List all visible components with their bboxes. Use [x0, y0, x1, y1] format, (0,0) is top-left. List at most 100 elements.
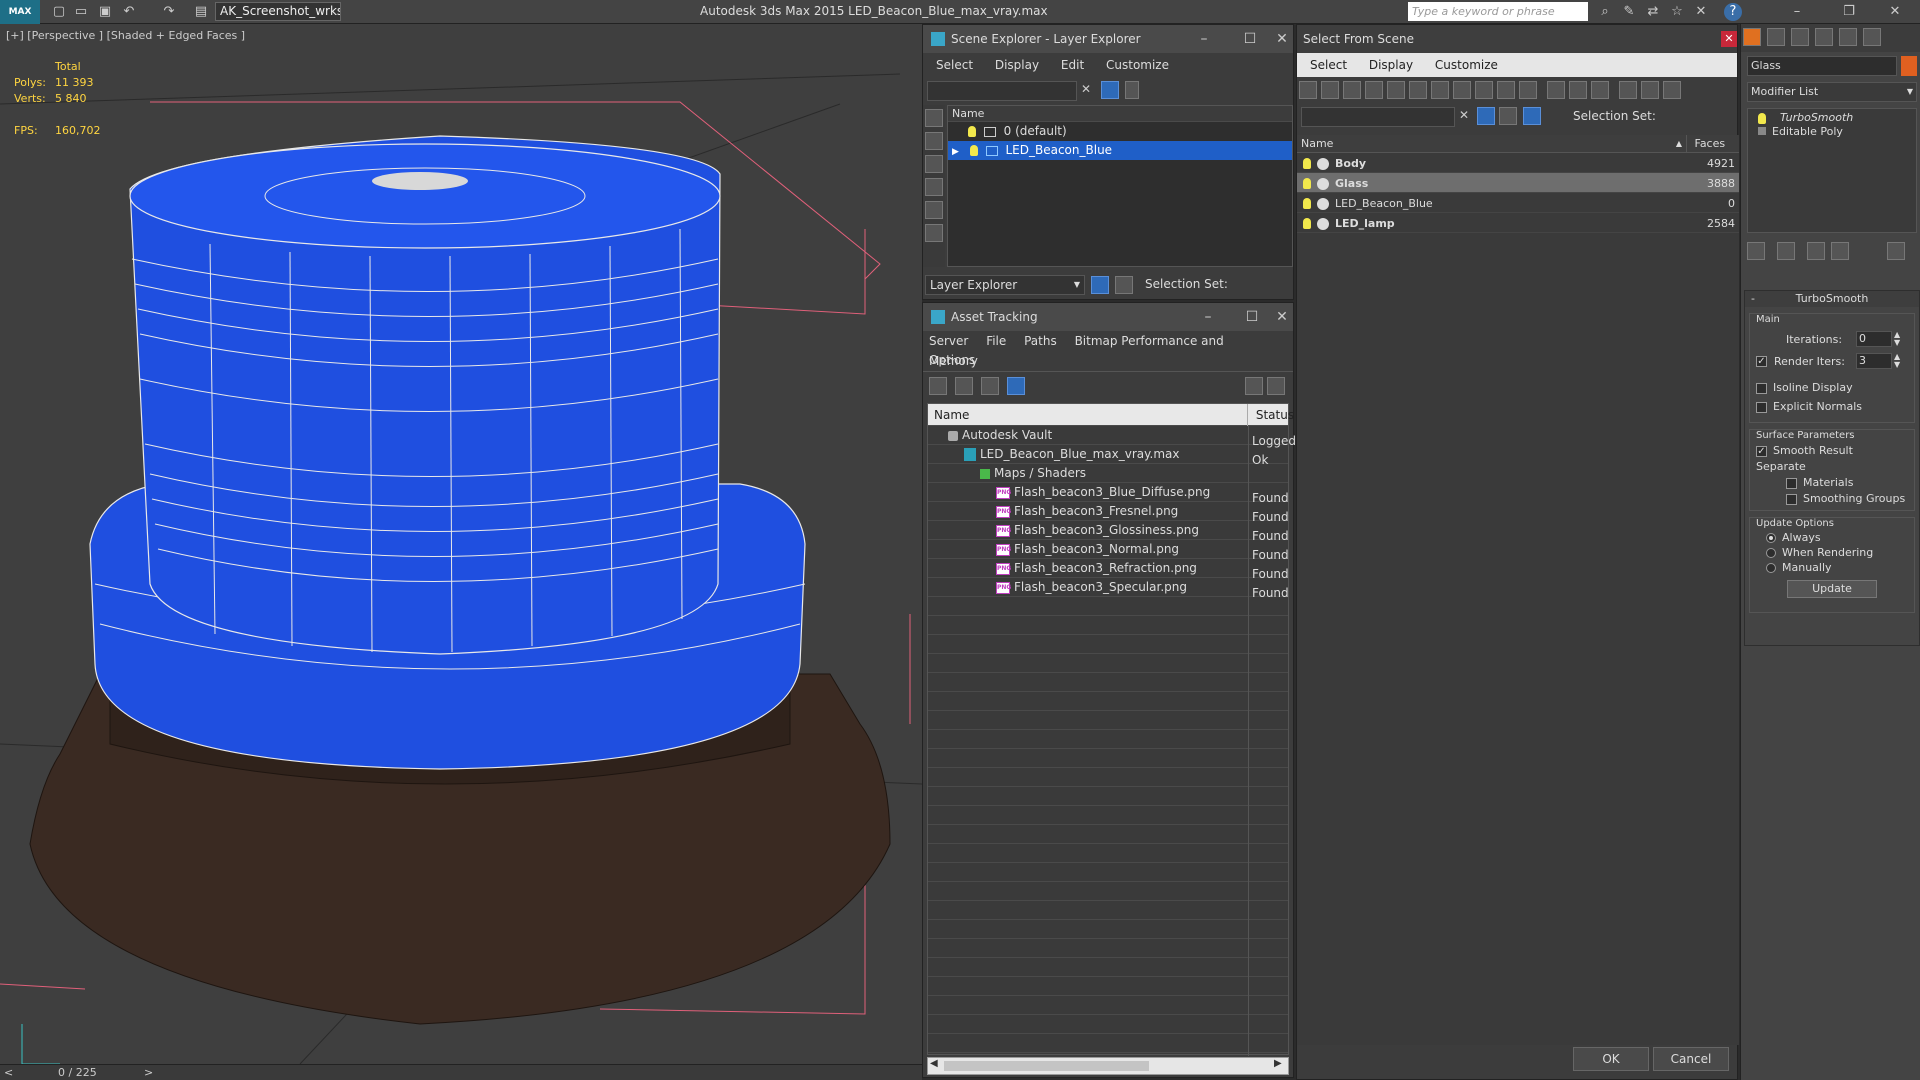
filter-icon[interactable] [1101, 81, 1119, 99]
column-name-header[interactable]: Name [928, 404, 1248, 426]
workspace-dropdown[interactable]: AK_Screenshot_wrksp [215, 2, 341, 21]
minimize-icon[interactable]: – [1185, 303, 1231, 331]
scroll-right-icon[interactable]: ▶ [1274, 1058, 1282, 1069]
close-x-icon[interactable]: ✕ [1692, 3, 1710, 21]
make-unique-icon[interactable] [1807, 242, 1825, 260]
menu-display[interactable]: Display [995, 58, 1039, 72]
object-color-swatch[interactable] [1901, 56, 1917, 76]
object-row[interactable]: Glass 3888 [1297, 173, 1739, 193]
motion-tab-icon[interactable] [1815, 28, 1833, 46]
asset-horizontal-scrollbar[interactable]: ◀ ▶ [927, 1057, 1289, 1075]
light-bulb-icon[interactable] [1303, 198, 1311, 209]
layer-row-led-beacon-blue[interactable]: ▶ LED_Beacon_Blue [948, 141, 1292, 160]
clear-filter-icon[interactable]: ✕ [1081, 82, 1091, 96]
asset-row[interactable]: PNG Flash_beacon3_Normal.png Found [928, 540, 1289, 562]
light-bulb-icon[interactable] [969, 145, 978, 156]
manually-row[interactable]: Manually [1756, 561, 1908, 574]
smoothing-groups-row[interactable]: Smoothing Groups [1756, 492, 1908, 505]
menu-paths[interactable]: Paths [1024, 334, 1057, 348]
layer-row-default[interactable]: 0 (default) [948, 122, 1292, 141]
scroll-thumb[interactable] [944, 1061, 1149, 1071]
tools-icon[interactable]: ✎ [1620, 3, 1638, 21]
pin-stack-icon[interactable] [1747, 242, 1765, 260]
when-rendering-radio[interactable] [1766, 548, 1776, 558]
close-icon[interactable]: ✕ [1886, 3, 1904, 21]
name-filter-input[interactable] [1301, 107, 1455, 127]
table-view-icon[interactable] [1007, 377, 1025, 395]
asset-row[interactable]: LED_Beacon_Blue_max_vray.max Ok [928, 445, 1288, 467]
sort-icon[interactable] [1641, 81, 1659, 99]
filter-xrefs-icon[interactable] [1453, 81, 1471, 99]
time-slider[interactable]: < 0 / 225 > [0, 1064, 922, 1080]
open-file-icon[interactable]: ▭ [72, 3, 90, 21]
filter-geometry-icon[interactable] [1299, 81, 1317, 99]
column-faces-header[interactable]: Faces [1691, 135, 1726, 153]
rollout-header[interactable]: - TurboSmooth [1745, 291, 1919, 307]
column-status-header[interactable]: Status [1252, 404, 1294, 426]
collapse-icon[interactable]: - [1751, 291, 1755, 307]
filter-bones-icon[interactable] [1475, 81, 1493, 99]
light-bulb-icon[interactable] [1303, 218, 1311, 229]
binoculars-icon[interactable]: ⌕ [1596, 3, 1614, 21]
utilities-tab-icon[interactable] [1863, 28, 1881, 46]
always-row[interactable]: Always [1756, 531, 1908, 544]
object-row[interactable]: LED_lamp 2584 [1297, 213, 1739, 233]
isoline-row[interactable]: Isoline Display [1756, 381, 1908, 394]
favorites-star-icon[interactable]: ☆ [1668, 3, 1686, 21]
refresh-icon[interactable] [929, 377, 947, 395]
columns-icon[interactable] [1663, 81, 1681, 99]
object-row[interactable]: LED_Beacon_Blue 0 [1297, 193, 1739, 213]
light-bulb-icon[interactable] [1303, 178, 1311, 189]
perspective-viewport[interactable]: [+] [Perspective ] [Shaded + Edged Faces… [0, 24, 922, 1064]
project-folder-icon[interactable]: ▤ [192, 3, 210, 21]
redo-icon[interactable]: ↷ [160, 3, 178, 21]
menu-file[interactable]: File [986, 334, 1006, 348]
scene-explorer-filter-input[interactable] [927, 81, 1077, 101]
asset-tracking-titlebar[interactable]: Asset Tracking – ☐ ✕ [923, 303, 1293, 331]
menu-display[interactable]: Display [1369, 58, 1413, 72]
hierarchy-icon[interactable] [1115, 276, 1133, 294]
explicit-normals-checkbox[interactable] [1756, 401, 1767, 413]
new-file-icon[interactable]: ▢ [50, 3, 68, 21]
filter-helpers-icon[interactable] [1387, 81, 1405, 99]
filter-lights-icon[interactable] [1343, 81, 1361, 99]
select-from-scene-titlebar[interactable]: Select From Scene ✕ [1297, 25, 1737, 53]
modifier-editable-poly[interactable]: Editable Poly [1748, 124, 1916, 138]
modifier-turbosmooth[interactable]: TurboSmooth [1748, 109, 1916, 124]
menu-select[interactable]: Select [1310, 58, 1347, 72]
list-view-icon[interactable] [955, 377, 973, 395]
materials-row[interactable]: Materials [1756, 476, 1908, 489]
smooth-result-checkbox[interactable]: ✓ [1756, 445, 1767, 457]
render-iters-spinner-arrows-icon[interactable]: ▲ ▼ [1894, 353, 1900, 369]
when-rendering-row[interactable]: When Rendering [1756, 546, 1908, 559]
asset-row[interactable]: Maps / Shaders [928, 464, 1288, 483]
menu-options[interactable]: Options [929, 353, 975, 367]
filter-frozen-icon[interactable] [1519, 81, 1537, 99]
display-cameras-icon[interactable] [925, 201, 943, 219]
menu-customize[interactable]: Customize [1106, 58, 1169, 72]
configure-modifier-sets-icon[interactable] [1887, 242, 1905, 260]
filter-cameras-icon[interactable] [1365, 81, 1383, 99]
layer-explorer-icon[interactable] [1091, 276, 1109, 294]
filter-containers-icon[interactable] [1497, 81, 1515, 99]
help-icon[interactable]: ? [1724, 3, 1742, 21]
materials-checkbox[interactable] [1786, 477, 1797, 489]
cancel-button[interactable]: Cancel [1653, 1047, 1729, 1071]
display-helpers-icon[interactable] [925, 224, 943, 242]
menu-edit[interactable]: Edit [1061, 58, 1084, 72]
asset-row[interactable]: PNG Flash_beacon3_Refraction.png Found [928, 559, 1289, 581]
show-end-result-icon[interactable] [1777, 242, 1795, 260]
select-none-icon[interactable] [1569, 81, 1587, 99]
display-shapes-icon[interactable] [925, 155, 943, 173]
render-iters-spinner[interactable]: 3 [1856, 353, 1892, 369]
layer-tree-header[interactable]: Name [948, 106, 1292, 122]
filter-icon[interactable] [1477, 107, 1495, 125]
close-icon[interactable]: ✕ [1721, 31, 1737, 47]
scene-explorer-titlebar[interactable]: Scene Explorer - Layer Explorer – ☐ ✕ [923, 25, 1293, 53]
time-prev-button[interactable]: < [4, 1066, 13, 1079]
filter-spacewarps-icon[interactable] [1409, 81, 1427, 99]
light-bulb-icon[interactable] [968, 126, 976, 137]
search-input[interactable]: Type a keyword or phrase [1408, 2, 1588, 21]
time-next-button[interactable]: > [144, 1066, 153, 1079]
asset-row[interactable]: PNG Flash_beacon3_Specular.png Found [928, 578, 1289, 600]
